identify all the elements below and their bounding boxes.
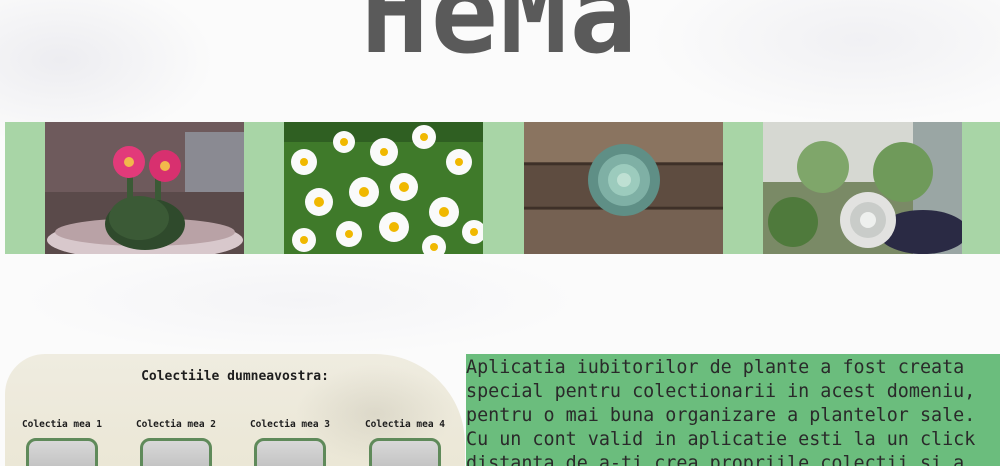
image-gallery: [5, 122, 1000, 254]
collection-thumbnail[interactable]: [26, 438, 98, 466]
collection-label: Colectia mea 2: [135, 419, 217, 430]
collection-thumbnail[interactable]: [369, 438, 441, 466]
collections-title: Colectiile dumneavostra:: [141, 369, 329, 384]
collection-label: Colectia mea 4: [364, 419, 446, 430]
collection-item[interactable]: Colectia mea 4: [355, 419, 455, 466]
flowering-cactus-image[interactable]: [45, 122, 244, 254]
collection-label: Colectia mea 3: [249, 419, 331, 430]
collection-item[interactable]: Colectia mea 3: [240, 419, 340, 466]
collections-panel: Colectiile dumneavostra: Colectia mea 1 …: [5, 354, 465, 466]
collection-item[interactable]: Colectia mea 2: [126, 419, 226, 466]
succulent-arrangement-image[interactable]: [763, 122, 962, 254]
collection-label: Colectia mea 1: [21, 419, 103, 430]
daisies-image[interactable]: [284, 122, 483, 254]
collection-thumbnail[interactable]: [140, 438, 212, 466]
info-text: Aplicatia iubitorilor de plante a fost c…: [466, 357, 976, 466]
info-panel: Aplicatia iubitorilor de plante a fost c…: [466, 354, 1000, 466]
collection-item[interactable]: Colectia mea 1: [12, 419, 112, 466]
succulent-on-wood-image[interactable]: [524, 122, 723, 254]
logo-title: HeMa: [361, 0, 639, 79]
collection-thumbnail[interactable]: [254, 438, 326, 466]
